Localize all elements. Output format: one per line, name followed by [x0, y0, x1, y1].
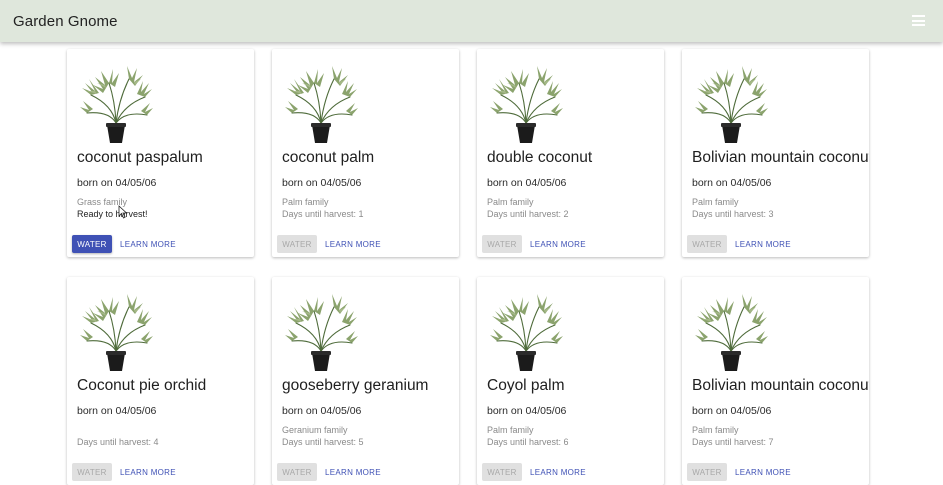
- plant-name: Bolivian mountain coconut: [692, 377, 869, 394]
- potted-palm-icon: [80, 66, 153, 143]
- plant-name: Coyol palm: [487, 377, 565, 394]
- learn-more-button[interactable]: LEARN MORE: [116, 235, 180, 253]
- born-date: born on 04/05/06: [77, 177, 157, 189]
- born-date: born on 04/05/06: [487, 405, 567, 417]
- plant-card: Coyol palm born on 04/05/06 Palm family …: [477, 277, 664, 485]
- plant-card: Coconut pie orchid born on 04/05/06 Days…: [67, 277, 254, 485]
- harvest-status: Days until harvest: 2: [487, 209, 569, 219]
- potted-palm-icon: [695, 66, 768, 143]
- harvest-status: Days until harvest: 7: [692, 437, 774, 447]
- born-date: born on 04/05/06: [282, 405, 362, 417]
- plant-family: Palm family: [487, 197, 534, 207]
- learn-more-button[interactable]: LEARN MORE: [526, 235, 590, 253]
- born-date: born on 04/05/06: [692, 177, 772, 189]
- potted-palm-icon: [490, 294, 563, 371]
- learn-more-button[interactable]: LEARN MORE: [526, 463, 590, 481]
- water-button: WATER: [277, 235, 317, 253]
- water-button[interactable]: WATER: [72, 235, 112, 253]
- learn-more-button[interactable]: LEARN MORE: [116, 463, 180, 481]
- learn-more-button[interactable]: LEARN MORE: [731, 235, 795, 253]
- water-button: WATER: [482, 463, 522, 481]
- water-button: WATER: [482, 235, 522, 253]
- potted-palm-icon: [490, 66, 563, 143]
- plant-card: double coconut born on 04/05/06 Palm fam…: [477, 49, 664, 257]
- plant-card: coconut paspalum born on 04/05/06 Grass …: [67, 49, 254, 257]
- plant-family: Palm family: [692, 197, 739, 207]
- harvest-status: Days until harvest: 6: [487, 437, 569, 447]
- plant-name: coconut palm: [282, 149, 375, 166]
- plant-family: Palm family: [487, 425, 534, 435]
- potted-palm-icon: [285, 66, 358, 143]
- born-date: born on 04/05/06: [487, 177, 567, 189]
- plant-family: Palm family: [692, 425, 739, 435]
- water-button: WATER: [277, 463, 317, 481]
- harvest-status: Days until harvest: 5: [282, 437, 364, 447]
- mouse-cursor-icon: [118, 205, 128, 219]
- plant-card: gooseberry geranium born on 04/05/06 Ger…: [272, 277, 459, 485]
- app-bar: Garden Gnome: [0, 0, 943, 42]
- plant-family: Geranium family: [282, 425, 348, 435]
- water-button: WATER: [687, 463, 727, 481]
- plant-card: Bolivian mountain coconut born on 04/05/…: [682, 277, 869, 485]
- plant-name: Bolivian mountain coconut: [692, 149, 869, 166]
- born-date: born on 04/05/06: [282, 177, 362, 189]
- plant-family: Palm family: [282, 197, 329, 207]
- potted-palm-icon: [80, 294, 153, 371]
- harvest-status: Days until harvest: 3: [692, 209, 774, 219]
- born-date: born on 04/05/06: [692, 405, 772, 417]
- water-button: WATER: [687, 235, 727, 253]
- harvest-status: Days until harvest: 1: [282, 209, 364, 219]
- harvest-status: Days until harvest: 4: [77, 437, 159, 447]
- plant-name: coconut paspalum: [77, 149, 203, 166]
- plant-card: coconut palm born on 04/05/06 Palm famil…: [272, 49, 459, 257]
- hamburger-menu-icon[interactable]: [912, 15, 925, 26]
- learn-more-button[interactable]: LEARN MORE: [321, 235, 385, 253]
- born-date: born on 04/05/06: [77, 405, 157, 417]
- learn-more-button[interactable]: LEARN MORE: [321, 463, 385, 481]
- harvest-status: Ready to harvest!: [77, 209, 148, 219]
- plant-name: double coconut: [487, 149, 593, 166]
- plant-card: Bolivian mountain coconut born on 04/05/…: [682, 49, 869, 257]
- potted-palm-icon: [695, 294, 768, 371]
- plant-name: Coconut pie orchid: [77, 377, 207, 394]
- app-title: Garden Gnome: [13, 13, 118, 30]
- plant-name: gooseberry geranium: [282, 377, 429, 394]
- learn-more-button[interactable]: LEARN MORE: [731, 463, 795, 481]
- potted-palm-icon: [285, 294, 358, 371]
- plant-card-grid: coconut paspalum born on 04/05/06 Grass …: [0, 0, 943, 485]
- water-button: WATER: [72, 463, 112, 481]
